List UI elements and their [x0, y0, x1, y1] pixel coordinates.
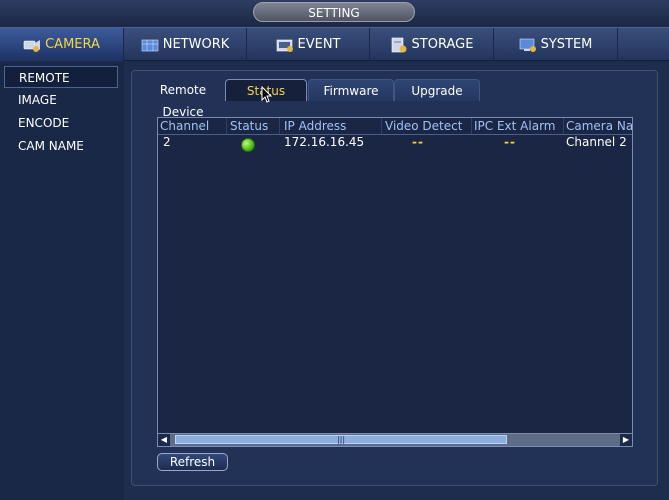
tab-remote-device[interactable]: Remote Device	[138, 79, 228, 119]
header-ip-address: IP Address	[284, 119, 347, 133]
mouse-cursor-icon	[261, 86, 273, 103]
menu-system-label: SYSTEM	[540, 37, 593, 52]
header-video-detect: Video Detect	[385, 119, 463, 133]
title-bar: SETTING	[0, 0, 669, 26]
menu-camera[interactable]: CAMERA	[0, 28, 124, 61]
menu-camera-label: CAMERA	[45, 37, 100, 52]
network-icon	[141, 37, 159, 53]
cell-ipc-ext-alarm: --	[504, 135, 516, 149]
header-ipc-ext-alarm: IPC Ext Alarm	[474, 119, 556, 133]
main-menu: CAMERA NETWORK EVENT STORAGE SYSTEM	[0, 27, 669, 61]
sidebar: REMOTE IMAGE ENCODE CAM NAME	[0, 62, 124, 500]
menu-network-label: NETWORK	[162, 37, 230, 52]
storage-icon	[390, 37, 408, 53]
menu-network[interactable]: NETWORK	[124, 28, 247, 61]
camera-icon	[23, 37, 41, 53]
menu-storage-label: STORAGE	[411, 37, 474, 52]
refresh-button[interactable]: Refresh	[157, 453, 228, 471]
sidebar-item-cam-name[interactable]: CAM NAME	[4, 135, 118, 157]
sidebar-item-encode[interactable]: ENCODE	[4, 112, 118, 134]
system-icon	[519, 37, 537, 53]
table-header: Channel Status IP Address Video Detect I…	[158, 118, 632, 135]
menu-system[interactable]: SYSTEM	[494, 28, 618, 61]
tab-firmware[interactable]: Firmware	[308, 79, 394, 101]
sidebar-item-remote[interactable]: REMOTE	[4, 66, 118, 88]
scroll-right-button[interactable]: ▶	[620, 434, 632, 446]
table-row[interactable]: 2 172.16.16.45 -- -- Channel 2	[158, 135, 632, 152]
cell-channel: 2	[163, 135, 171, 149]
header-camera-name: Camera Nar	[566, 119, 633, 133]
status-table: Channel Status IP Address Video Detect I…	[157, 117, 633, 447]
sidebar-item-image[interactable]: IMAGE	[4, 89, 118, 111]
menu-storage[interactable]: STORAGE	[370, 28, 494, 61]
status-online-icon	[241, 138, 255, 152]
header-status: Status	[230, 119, 269, 133]
horizontal-scrollbar[interactable]: ◀ ||| ▶	[158, 433, 632, 446]
menu-event-label: EVENT	[297, 37, 341, 52]
cell-camera-name: Channel 2	[566, 135, 627, 149]
event-icon	[276, 37, 294, 53]
menu-event[interactable]: EVENT	[247, 28, 370, 61]
window-title: SETTING	[253, 2, 415, 22]
scroll-left-button[interactable]: ◀	[158, 434, 170, 446]
cell-ip-address: 172.16.16.45	[284, 135, 365, 149]
content-panel: Remote Device Status Firmware Upgrade Ch…	[131, 70, 658, 486]
tab-upgrade[interactable]: Upgrade	[394, 79, 480, 101]
scroll-thumb[interactable]: |||	[175, 435, 507, 444]
header-channel: Channel	[160, 119, 210, 133]
cell-video-detect: --	[412, 135, 424, 149]
